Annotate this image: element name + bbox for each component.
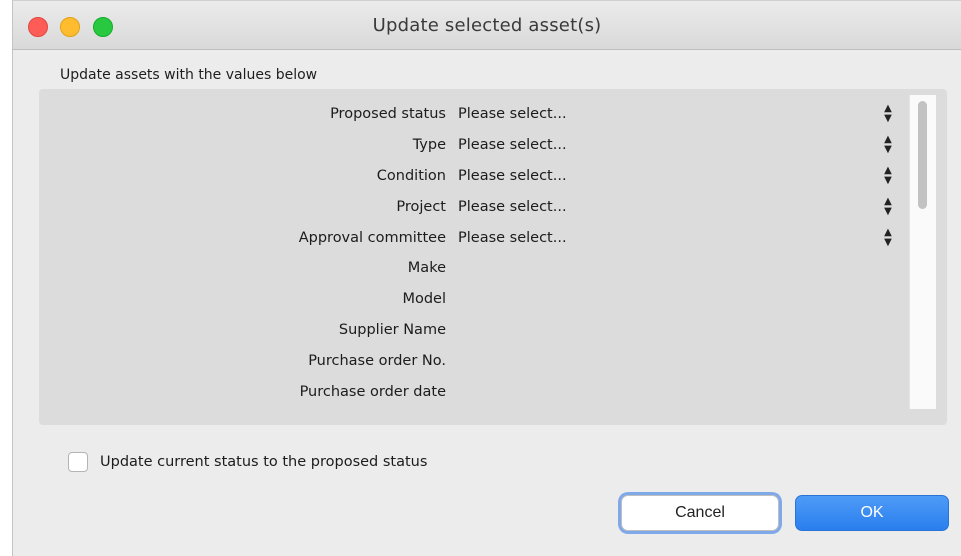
condition-label: Condition (376, 168, 446, 184)
update-status-checkbox[interactable] (68, 452, 88, 472)
cancel-button[interactable]: Cancel (621, 495, 779, 531)
scrollbar-thumb[interactable] (918, 101, 927, 209)
update-status-option[interactable]: Update current status to the proposed st… (68, 449, 427, 475)
type-select[interactable]: Please select... (458, 137, 567, 153)
model-label: Model (402, 291, 446, 307)
type-label: Type (412, 137, 446, 153)
chevron-up-down-icon[interactable]: ▲ ▼ (881, 197, 895, 219)
chevron-up-down-icon[interactable]: ▲ ▼ (881, 104, 895, 126)
field-row-project: Project Please select... ▲ ▼ (39, 194, 899, 224)
approval-committee-select[interactable]: Please select... (458, 230, 567, 246)
project-select[interactable]: Please select... (458, 199, 567, 215)
field-row-purchase-order-no: Purchase order No. (39, 348, 899, 378)
chevron-up-down-icon[interactable]: ▲ ▼ (881, 135, 895, 157)
chevron-up-down-icon[interactable]: ▲ ▼ (881, 228, 895, 250)
proposed-status-label: Proposed status (330, 106, 446, 122)
dialog-window: Update selected asset(s) Update assets w… (12, 0, 961, 556)
proposed-status-select[interactable]: Please select... (458, 106, 567, 122)
approval-committee-label: Approval committee (298, 230, 446, 246)
field-row-approval-committee: Approval committee Please select... ▲ ▼ (39, 225, 899, 255)
field-row-proposed-status: Proposed status Please select... ▲ ▼ (39, 101, 899, 131)
fields-panel: Proposed status Please select... ▲ ▼ Type… (39, 89, 947, 425)
update-status-checkbox-label[interactable]: Update current status to the proposed st… (100, 454, 427, 470)
make-label: Make (407, 260, 446, 276)
purchase-order-date-label: Purchase order date (299, 384, 446, 400)
section-label: Update assets with the values below (60, 67, 318, 83)
condition-select[interactable]: Please select... (458, 168, 567, 184)
vertical-scrollbar[interactable] (909, 95, 936, 409)
supplier-name-label: Supplier Name (338, 322, 446, 338)
field-row-make: Make (39, 255, 899, 285)
field-row-model: Model (39, 286, 899, 316)
field-row-purchase-order-date: Purchase order date (39, 379, 899, 409)
chevron-up-down-icon[interactable]: ▲ ▼ (881, 166, 895, 188)
field-row-condition: Condition Please select... ▲ ▼ (39, 163, 899, 193)
title-bar[interactable]: Update selected asset(s) (13, 1, 961, 50)
field-row-supplier-name: Supplier Name (39, 317, 899, 347)
ok-button[interactable]: OK (795, 495, 949, 531)
purchase-order-no-label: Purchase order No. (308, 353, 446, 369)
project-label: Project (396, 199, 446, 215)
window-title: Update selected asset(s) (372, 15, 602, 36)
field-row-type: Type Please select... ▲ ▼ (39, 132, 899, 162)
